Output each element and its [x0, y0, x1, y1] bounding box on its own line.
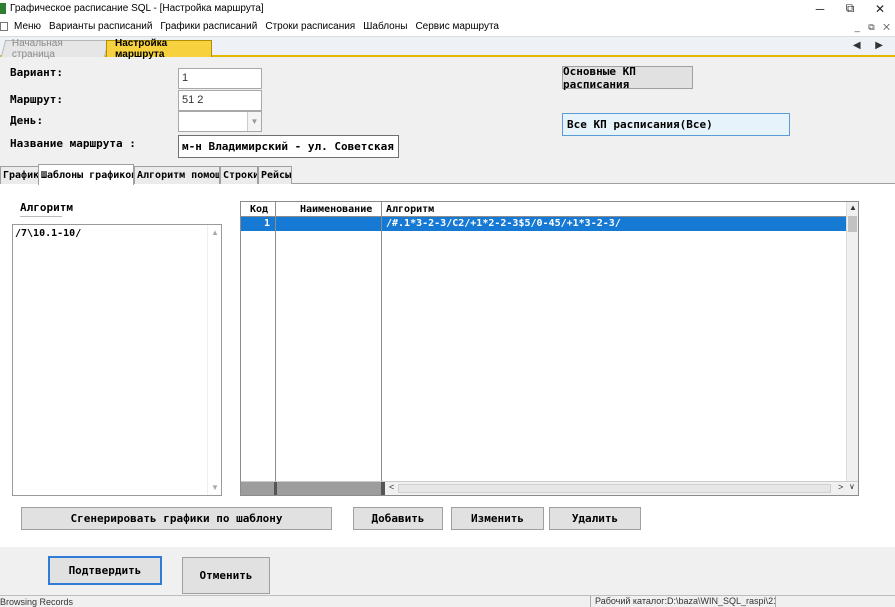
- scroll-up-icon[interactable]: ▲: [211, 228, 219, 237]
- menu-bar: Меню Варианты расписаний Графики расписа…: [0, 17, 895, 37]
- mdi-controls[interactable]: _ ⧉ ✕: [855, 22, 893, 33]
- status-bar: Browsing Records Рабочий каталог:D:\baza…: [0, 595, 895, 607]
- menu-item-templates[interactable]: Шаблоны: [359, 21, 411, 32]
- menu-item-menu[interactable]: Меню: [10, 21, 45, 32]
- day-select[interactable]: ▼: [178, 111, 262, 132]
- table-row[interactable]: 1 /#.1*3-2-3/С2/+1*2-2-3$5/0-45/+1*3-2-3…: [241, 217, 848, 231]
- cell-code: 1: [263, 218, 270, 229]
- cell-algorithm: /#.1*3-2-3/С2/+1*2-2-3$5/0-45/+1*3-2-3/: [386, 218, 621, 229]
- menu-item-variants[interactable]: Варианты расписаний: [45, 21, 156, 32]
- route-name-label: Название маршрута :: [10, 137, 136, 150]
- column-header-algorithm[interactable]: Алгоритм: [382, 202, 462, 217]
- column-divider: [381, 482, 385, 495]
- templates-grid[interactable]: Код Наименование Алгоритм 1 /#.1*3-2-3/С…: [240, 201, 859, 496]
- title-bar: Графическое расписание SQL - [Настройка …: [0, 0, 895, 17]
- kp-info-box[interactable]: Все КП расписания(Все): [562, 113, 790, 136]
- menu-item-graphs[interactable]: Графики расписаний: [156, 21, 261, 32]
- chevron-down-icon[interactable]: ▼: [247, 112, 261, 131]
- minimize-icon[interactable]: ─: [805, 0, 835, 17]
- grid-vertical-scrollbar[interactable]: ▲: [846, 202, 858, 482]
- tab-algorithm-help[interactable]: Алгоритм помощь: [134, 166, 220, 184]
- add-button[interactable]: Добавить: [353, 507, 443, 530]
- document-tabs: Начальная страница Настройка маршрута: [0, 37, 895, 60]
- delete-button[interactable]: Удалить: [549, 507, 641, 530]
- cell-name: [276, 217, 381, 231]
- generate-button[interactable]: Сгенерировать графики по шаблону: [21, 507, 332, 530]
- algorithm-list[interactable]: /7\10.1-10/ ▲ ▼: [12, 224, 222, 496]
- grid-horizontal-scrollbar[interactable]: < > ∨: [241, 481, 858, 495]
- scroll-right-icon[interactable]: >: [838, 482, 843, 492]
- scroll-thumb[interactable]: [848, 216, 857, 232]
- status-working-dir: Рабочий каталог:D:\baza\WIN_SQL_raspi\21…: [590, 596, 776, 607]
- tab-graphs[interactable]: Графики: [0, 166, 40, 184]
- scroll-down-icon[interactable]: ▼: [211, 483, 219, 492]
- column-divider: [274, 482, 277, 495]
- variant-label: Вариант:: [10, 66, 63, 79]
- app-window: Графическое расписание SQL - [Настройка …: [0, 0, 895, 607]
- scroll-left-icon[interactable]: <: [389, 482, 394, 492]
- window-controls: ─ ⧉ ✕: [805, 0, 895, 17]
- algorithm-label: Алгоритм: [20, 201, 73, 217]
- tab-home[interactable]: Начальная страница: [0, 38, 110, 60]
- window-title: Графическое расписание SQL - [Настройка …: [10, 3, 264, 14]
- document-icon[interactable]: [0, 22, 8, 31]
- confirm-button[interactable]: Подтвердить: [48, 556, 162, 585]
- frozen-columns-area: [241, 482, 385, 495]
- list-item[interactable]: /7\10.1-10/: [15, 228, 81, 239]
- app-icon: [0, 3, 6, 14]
- list-scrollbar[interactable]: ▲ ▼: [207, 225, 221, 495]
- route-field[interactable]: 51 2: [178, 90, 262, 111]
- grid-header: Код Наименование Алгоритм: [241, 202, 848, 217]
- scroll-up-icon[interactable]: ▲: [849, 203, 857, 212]
- tab-home-label: Начальная страница: [11, 38, 63, 60]
- main-kp-button[interactable]: Основные КП расписания: [562, 65, 693, 91]
- tab-graph-templates[interactable]: Шаблоны графиков: [38, 164, 134, 185]
- tab-rows[interactable]: Строки: [220, 166, 258, 184]
- tab-nav-arrows-icon[interactable]: ◀ ▶: [853, 40, 889, 51]
- edit-button[interactable]: Изменить: [451, 507, 544, 530]
- route-label: Маршрут:: [10, 93, 63, 106]
- route-name-field[interactable]: м-н Владимирский - ул. Советская: [178, 135, 399, 158]
- status-left: Browsing Records: [0, 597, 74, 607]
- tab-trips[interactable]: Рейсы: [258, 166, 292, 184]
- tab-route-settings[interactable]: Настройка маршрута: [106, 38, 212, 60]
- column-header-name[interactable]: Наименование: [296, 202, 384, 217]
- close-icon[interactable]: ✕: [865, 0, 895, 17]
- scroll-thumb[interactable]: [398, 484, 831, 493]
- variant-field[interactable]: 1: [178, 68, 262, 89]
- day-label: День:: [10, 114, 44, 127]
- cancel-button[interactable]: Отменить: [182, 557, 270, 594]
- menu-item-route-service[interactable]: Сервис маршрута: [411, 21, 503, 32]
- scroll-down-icon[interactable]: ∨: [849, 482, 855, 491]
- column-divider: [381, 202, 382, 482]
- menu-item-rows[interactable]: Строки расписания: [261, 21, 359, 32]
- column-header-code[interactable]: Код: [246, 202, 276, 217]
- restore-icon[interactable]: ⧉: [835, 0, 865, 17]
- column-divider: [275, 202, 276, 482]
